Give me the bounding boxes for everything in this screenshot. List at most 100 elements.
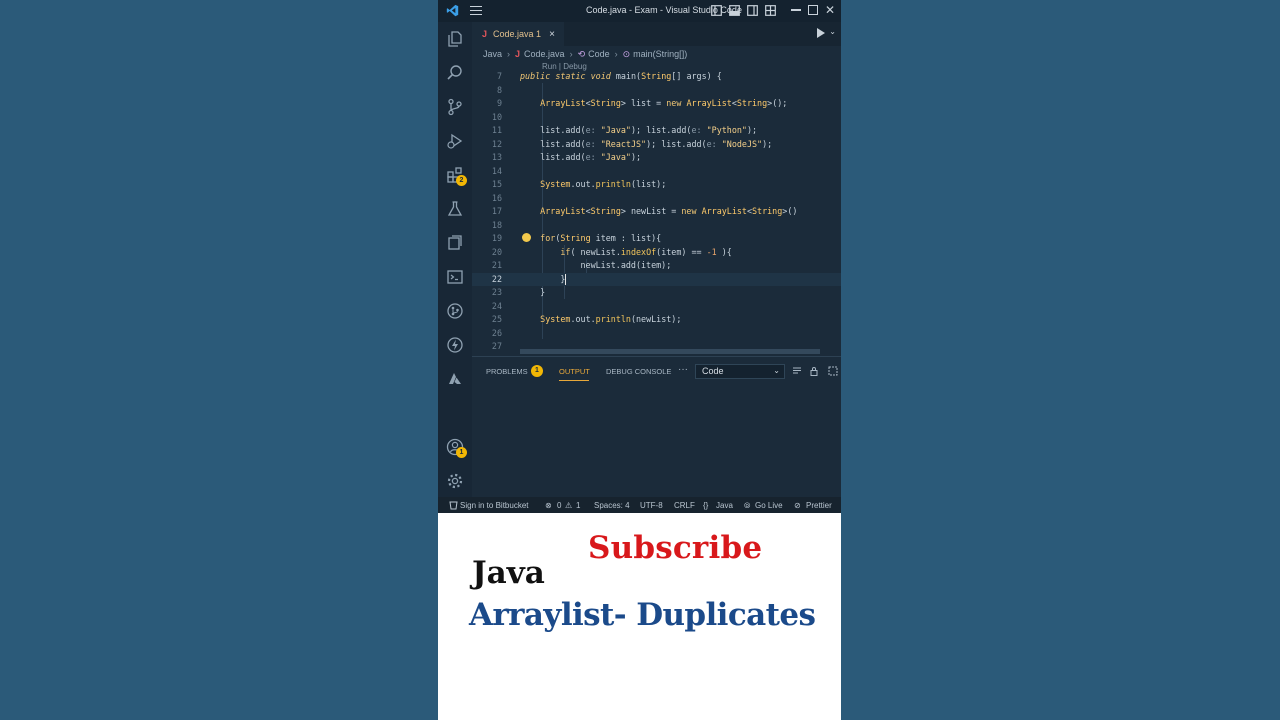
line-number: 12: [491, 138, 502, 149]
code-line[interactable]: 18: [472, 219, 841, 233]
language-mode[interactable]: Java: [716, 501, 733, 510]
toggle-primary-sidebar-icon[interactable]: [711, 4, 722, 16]
go-live-button[interactable]: Go Live: [755, 501, 783, 510]
code-line[interactable]: 10: [472, 111, 841, 125]
more-actions-icon[interactable]: ···: [678, 364, 688, 375]
tab-output[interactable]: OUTPUT: [559, 367, 590, 376]
code-line[interactable]: 8: [472, 84, 841, 98]
error-icon: ⊗: [545, 501, 552, 510]
breadcrumb-separator-icon: ›: [569, 49, 573, 59]
clear-output-icon[interactable]: [792, 366, 802, 376]
azure-icon[interactable]: [446, 370, 464, 388]
code-text: }: [520, 273, 567, 285]
testing-icon[interactable]: [446, 200, 464, 218]
code-text: list.add(e: "Java"); list.add(e: "Python…: [520, 125, 758, 135]
prettier-button[interactable]: Prettier: [806, 501, 832, 510]
breadcrumb-method[interactable]: main(String[]): [633, 49, 687, 59]
java-file-icon: J: [482, 29, 488, 39]
horizontal-scrollbar[interactable]: [520, 349, 820, 354]
explorer-icon[interactable]: [446, 30, 464, 48]
code-line[interactable]: 26: [472, 327, 841, 341]
source-control-icon[interactable]: [446, 98, 464, 116]
indentation[interactable]: Spaces: 4: [594, 501, 630, 510]
run-java-icon[interactable]: [817, 28, 825, 38]
lock-scroll-icon[interactable]: [809, 366, 819, 376]
tab-code-java[interactable]: J Code.java 1 ×: [472, 22, 564, 46]
code-line[interactable]: 25 System.out.println(newList);: [472, 313, 841, 327]
code-line[interactable]: 16: [472, 192, 841, 206]
breadcrumb-separator-icon: ›: [614, 49, 618, 59]
customize-layout-icon[interactable]: [765, 4, 776, 16]
title-bar: Code.java - Exam - Visual Studio Code ✕: [438, 0, 841, 22]
close-window-icon[interactable]: ✕: [825, 4, 835, 16]
line-number: 11: [491, 125, 502, 135]
code-line[interactable]: 22 }: [472, 272, 841, 286]
code-text: ArrayList<String> list = new ArrayList<S…: [540, 98, 788, 108]
tab-problems[interactable]: PROBLEMS: [486, 367, 528, 376]
lightbulb-icon[interactable]: [522, 233, 531, 242]
toggle-secondary-sidebar-icon[interactable]: [747, 4, 758, 16]
code-line[interactable]: 17 ArrayList<String> newList = new Array…: [472, 205, 841, 219]
code-text: System.out.println(list);: [540, 179, 667, 189]
code-line[interactable]: 13 list.add(e: "Java");: [472, 151, 841, 165]
code-text: public static void main(String[] args) {: [520, 71, 722, 81]
code-line[interactable]: 9 ArrayList<String> list = new ArrayList…: [472, 97, 841, 111]
code-line[interactable]: 7 public static void main(String[] args) …: [472, 70, 841, 84]
remote-explorer-icon[interactable]: [446, 234, 464, 252]
settings-gear-icon[interactable]: [446, 472, 464, 490]
errors-count[interactable]: 0: [557, 501, 561, 510]
run-dropdown-chevron-icon[interactable]: ⌄: [829, 27, 836, 36]
end-of-line[interactable]: CRLF: [674, 501, 695, 510]
line-number: 17: [491, 206, 502, 216]
tab-debug-console[interactable]: DEBUG CONSOLE: [606, 367, 671, 376]
chevron-down-icon: ⌄: [773, 366, 780, 375]
tab-close-icon[interactable]: ×: [549, 29, 555, 40]
code-text: list.add(e: "ReactJS"); list.add(e: "Nod…: [520, 138, 773, 149]
line-number: 27: [491, 341, 502, 351]
code-editor[interactable]: Run | Debug 7 public static void main(Str…: [472, 62, 841, 354]
breadcrumb-file[interactable]: Code.java: [524, 49, 565, 59]
code-line[interactable]: 14: [472, 165, 841, 179]
search-icon[interactable]: [446, 64, 464, 82]
broadcast-icon: ⦾: [744, 501, 751, 510]
toggle-panel-icon[interactable]: [729, 4, 740, 16]
breadcrumb-root[interactable]: Java: [483, 49, 502, 59]
code-text: for(String item : list){: [540, 233, 662, 243]
breadcrumb-class[interactable]: Code: [588, 49, 610, 59]
method-symbol-icon: ⊙: [622, 48, 631, 59]
code-line[interactable]: 24: [472, 300, 841, 314]
class-symbol-icon: ⟲: [577, 48, 586, 59]
problems-badge: 1: [531, 365, 543, 377]
line-number: 10: [491, 111, 502, 122]
code-line[interactable]: 12 list.add(e: "ReactJS"); list.add(e: "…: [472, 138, 841, 152]
minimize-icon[interactable]: [790, 9, 801, 11]
accounts-button[interactable]: 1: [446, 438, 467, 458]
code-text: list.add(e: "Java");: [520, 152, 642, 162]
tab-label: Code.java 1: [493, 29, 542, 39]
java-file-icon: J: [515, 49, 521, 59]
sign-in-bitbucket[interactable]: Sign in to Bitbucket: [460, 501, 528, 510]
gitlens-icon[interactable]: [446, 302, 464, 320]
code-line[interactable]: 21 newList.add(item);: [472, 259, 841, 273]
extensions-button[interactable]: 2: [446, 166, 467, 186]
hamburger-menu-icon[interactable]: [470, 6, 482, 16]
terminal-icon[interactable]: [446, 268, 464, 286]
line-number: 13: [491, 152, 502, 162]
warnings-count[interactable]: 1: [576, 501, 580, 510]
line-number: 14: [491, 165, 502, 176]
encoding[interactable]: UTF-8: [640, 501, 663, 510]
maximize-icon[interactable]: [807, 5, 818, 15]
output-channel-select[interactable]: Code ⌄: [695, 364, 785, 379]
vscode-logo-icon: [446, 4, 459, 17]
output-channel-value: Code: [702, 366, 724, 376]
run-debug-icon[interactable]: [446, 132, 464, 150]
code-line[interactable]: 11 list.add(e: "Java"); list.add(e: "Pyt…: [472, 124, 841, 138]
thunder-client-icon[interactable]: [446, 336, 464, 354]
code-line[interactable]: 15 System.out.println(list);: [472, 178, 841, 192]
code-line[interactable]: 23 }: [472, 286, 841, 300]
line-number: 24: [491, 300, 502, 311]
code-line[interactable]: 20 if( newList.indexOf(item) == -1 ){: [472, 246, 841, 260]
braces-icon: {}: [703, 501, 709, 510]
open-output-in-editor-icon[interactable]: [828, 366, 838, 376]
page-background-left: [0, 0, 438, 720]
